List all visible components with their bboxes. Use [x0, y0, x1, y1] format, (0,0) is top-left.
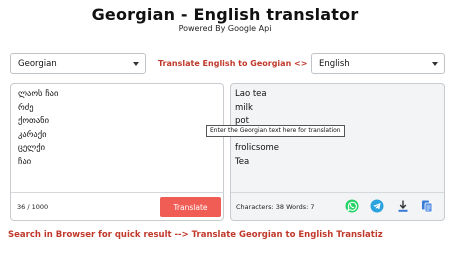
- copy-icon[interactable]: [420, 199, 434, 213]
- translate-button[interactable]: Translate: [160, 197, 221, 217]
- input-tooltip: Enter the Georgian text here for transla…: [206, 125, 345, 137]
- source-line: ქოთანი: [18, 116, 50, 126]
- page-subtitle: Powered By Google Api: [178, 24, 272, 33]
- target-panel-footer: Characters: 38 Words: 7: [231, 192, 444, 220]
- page-title: Georgian - English translator: [91, 5, 359, 24]
- character-counter: 36 / 1000: [17, 203, 49, 211]
- target-line: frolicsome: [235, 143, 280, 153]
- source-language-select[interactable]: Georgian: [10, 53, 146, 74]
- source-textarea[interactable]: ლაოს ჩაი რძე ქოთანი კარაქი ცელქი ჩაი: [18, 88, 58, 169]
- source-line: რძე: [18, 102, 34, 113]
- whatsapp-icon[interactable]: [345, 199, 359, 213]
- source-line: ცელქი: [18, 143, 45, 153]
- telegram-icon[interactable]: [370, 199, 384, 213]
- download-icon[interactable]: [396, 199, 410, 213]
- translation-stats: Characters: 38 Words: 7: [236, 203, 315, 211]
- target-language-value: English: [319, 58, 350, 69]
- target-line: milk: [235, 102, 253, 113]
- target-line: Tea: [235, 156, 250, 167]
- chevron-down-icon: [432, 62, 438, 66]
- target-language-select[interactable]: English: [311, 53, 445, 74]
- source-line: კარაქი: [18, 129, 47, 140]
- source-language-value: Georgian: [18, 58, 57, 69]
- target-line: Lao tea: [235, 89, 267, 99]
- browser-search-link[interactable]: Search in Browser for quick result --> T…: [8, 230, 383, 240]
- source-panel-footer: 36 / 1000 Translate: [11, 192, 223, 220]
- source-text-panel: ლაოს ჩაი რძე ქოთანი კარაქი ცელქი ჩაი 36 …: [10, 83, 224, 221]
- target-text-panel: Lao tea milk pot butter frolicsome Tea C…: [230, 83, 445, 221]
- chevron-down-icon: [133, 62, 139, 66]
- source-line: ჩაი: [18, 156, 32, 167]
- source-line: ლაოს ჩაი: [18, 89, 59, 99]
- swap-direction-link[interactable]: Translate English to Georgian <>: [158, 59, 307, 68]
